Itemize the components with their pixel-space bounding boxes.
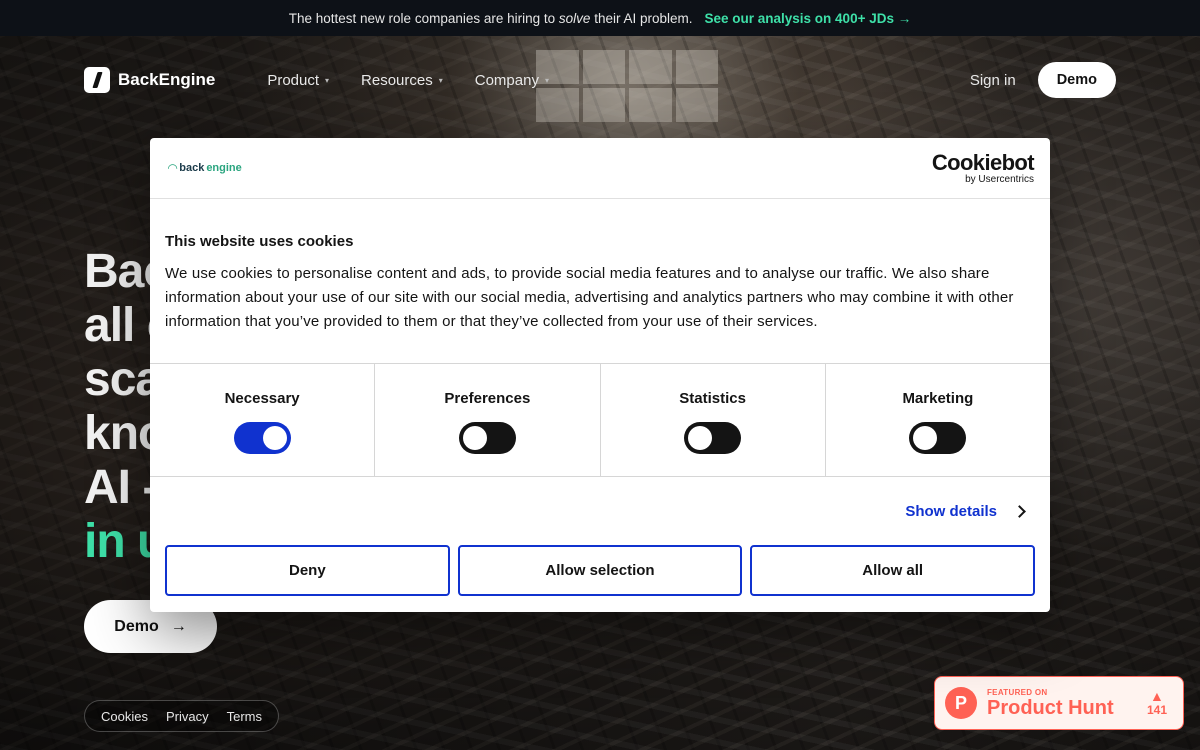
announcement-bar: The hottest new role companies are hirin… [0, 0, 1200, 36]
arrow-right-icon: → [170, 617, 187, 635]
chevron-right-icon[interactable] [1013, 504, 1026, 518]
backengine-arc-icon: ◠ [168, 161, 178, 175]
brand-name: BackEngine [118, 70, 216, 89]
show-details-link[interactable]: Show details [905, 503, 997, 520]
cookiebot-logo[interactable]: Cookiebot by Usercentrics [932, 151, 1035, 185]
producthunt-name: Product Hunt [987, 696, 1114, 719]
preferences-switch[interactable] [458, 422, 516, 454]
producthunt-featured-label: FEATURED ON [987, 687, 1048, 697]
upvote-icon: ▲ [1150, 688, 1164, 704]
privacy-link[interactable]: Privacy [166, 709, 209, 724]
arrow-right-icon: → [897, 10, 912, 26]
allow-selection-button[interactable]: Allow selection [457, 545, 743, 596]
toggle-marketing: Marketing [826, 364, 1050, 476]
caret-down-icon: ▾ [325, 75, 330, 85]
cookie-description: We use cookies to personalise content an… [165, 265, 1014, 330]
announcement-link[interactable]: See our analysis on 400+ JDs → [705, 11, 912, 26]
cookie-dialog-body: This website uses cookies We use cookies… [150, 199, 1050, 363]
producthunt-votes: ▲ 141 [1147, 689, 1167, 717]
terms-link[interactable]: Terms [227, 709, 262, 724]
producthunt-logo-icon: P [945, 687, 977, 719]
necessary-switch[interactable] [233, 422, 291, 454]
vote-count: 141 [1146, 703, 1167, 717]
deny-button[interactable]: Deny [165, 545, 450, 596]
navbar: BackEngine Product ▾ Resources ▾ Company ▾ … [84, 62, 1116, 98]
cookie-actions: Deny Allow selection Allow all [150, 545, 1050, 596]
menu-product[interactable]: Product ▾ [267, 72, 329, 89]
site-logo: ◠ back engine [168, 161, 242, 175]
menu-company[interactable]: Company ▾ [475, 72, 549, 89]
backengine-logo-icon [84, 67, 110, 93]
statistics-switch[interactable] [684, 422, 742, 454]
cookies-link[interactable]: Cookies [101, 709, 148, 724]
signin-link[interactable]: Sign in [970, 72, 1016, 89]
toggle-necessary: Necessary [150, 364, 376, 476]
toggle-statistics: Statistics [601, 364, 826, 476]
caret-down-icon: ▾ [438, 75, 443, 85]
cookie-dialog-header: ◠ back engine Cookiebot by Usercentrics [150, 138, 1050, 199]
producthunt-badge[interactable]: P FEATURED ON Product Hunt ▲ 141 [934, 676, 1184, 730]
footer-links: Cookies Privacy Terms [84, 700, 279, 732]
nav-demo-button[interactable]: Demo [1037, 62, 1116, 98]
main-menu: Product ▾ Resources ▾ Company ▾ [267, 72, 549, 89]
caret-down-icon: ▾ [544, 75, 549, 85]
menu-resources[interactable]: Resources ▾ [361, 72, 443, 89]
cookie-category-toggles: Necessary Preferences Statistics Marketi… [150, 363, 1050, 477]
toggle-preferences: Preferences [375, 364, 601, 476]
brand-logo[interactable]: BackEngine [84, 67, 215, 93]
cookie-title: This website uses cookies [165, 233, 354, 250]
announcement-text: The hottest new role companies are hirin… [288, 10, 693, 26]
marketing-switch[interactable] [909, 422, 967, 454]
allow-all-button[interactable]: Allow all [750, 545, 1036, 596]
show-details-row: Show details [150, 477, 1050, 545]
cookie-consent-dialog: ◠ back engine Cookiebot by Usercentrics T… [150, 138, 1050, 612]
nav-actions: Sign in Demo [970, 62, 1116, 98]
